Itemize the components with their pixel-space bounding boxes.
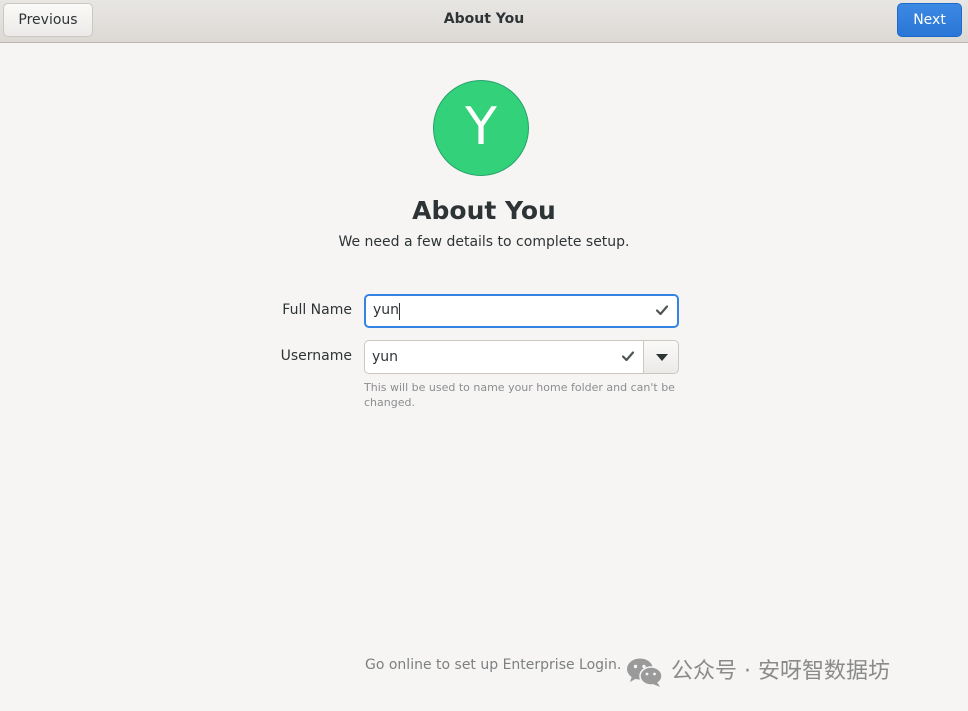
enterprise-login-link[interactable]: Go online to set up Enterprise Login. bbox=[365, 657, 621, 673]
caret-down-icon bbox=[656, 354, 668, 361]
checkmark-icon bbox=[655, 305, 669, 316]
username-hint: This will be used to name your home fold… bbox=[364, 381, 675, 409]
watermark: 公众号 · 安呀智数据坊 bbox=[626, 656, 956, 690]
header-title: About You bbox=[443, 11, 525, 27]
text-cursor bbox=[399, 303, 400, 320]
username-field[interactable] bbox=[364, 340, 644, 374]
page-subtitle: We need a few details to complete setup. bbox=[338, 234, 630, 250]
avatar-letter: Y bbox=[465, 97, 497, 157]
next-button[interactable]: Next bbox=[897, 3, 962, 37]
checkmark-icon bbox=[621, 351, 635, 362]
watermark-text: 公众号 · 安呀智数据坊 bbox=[671, 659, 890, 684]
full-name-field[interactable] bbox=[364, 294, 679, 328]
header-bar: Previous About You Next bbox=[0, 0, 968, 43]
page-title: About You bbox=[412, 196, 556, 225]
username-label: Username bbox=[280, 348, 352, 364]
username-dropdown-button[interactable] bbox=[643, 340, 679, 374]
username-input[interactable] bbox=[372, 341, 622, 373]
full-name-input[interactable] bbox=[373, 295, 623, 325]
avatar[interactable]: Y bbox=[433, 80, 529, 176]
full-name-label: Full Name bbox=[282, 302, 352, 318]
wechat-icon bbox=[627, 658, 663, 687]
